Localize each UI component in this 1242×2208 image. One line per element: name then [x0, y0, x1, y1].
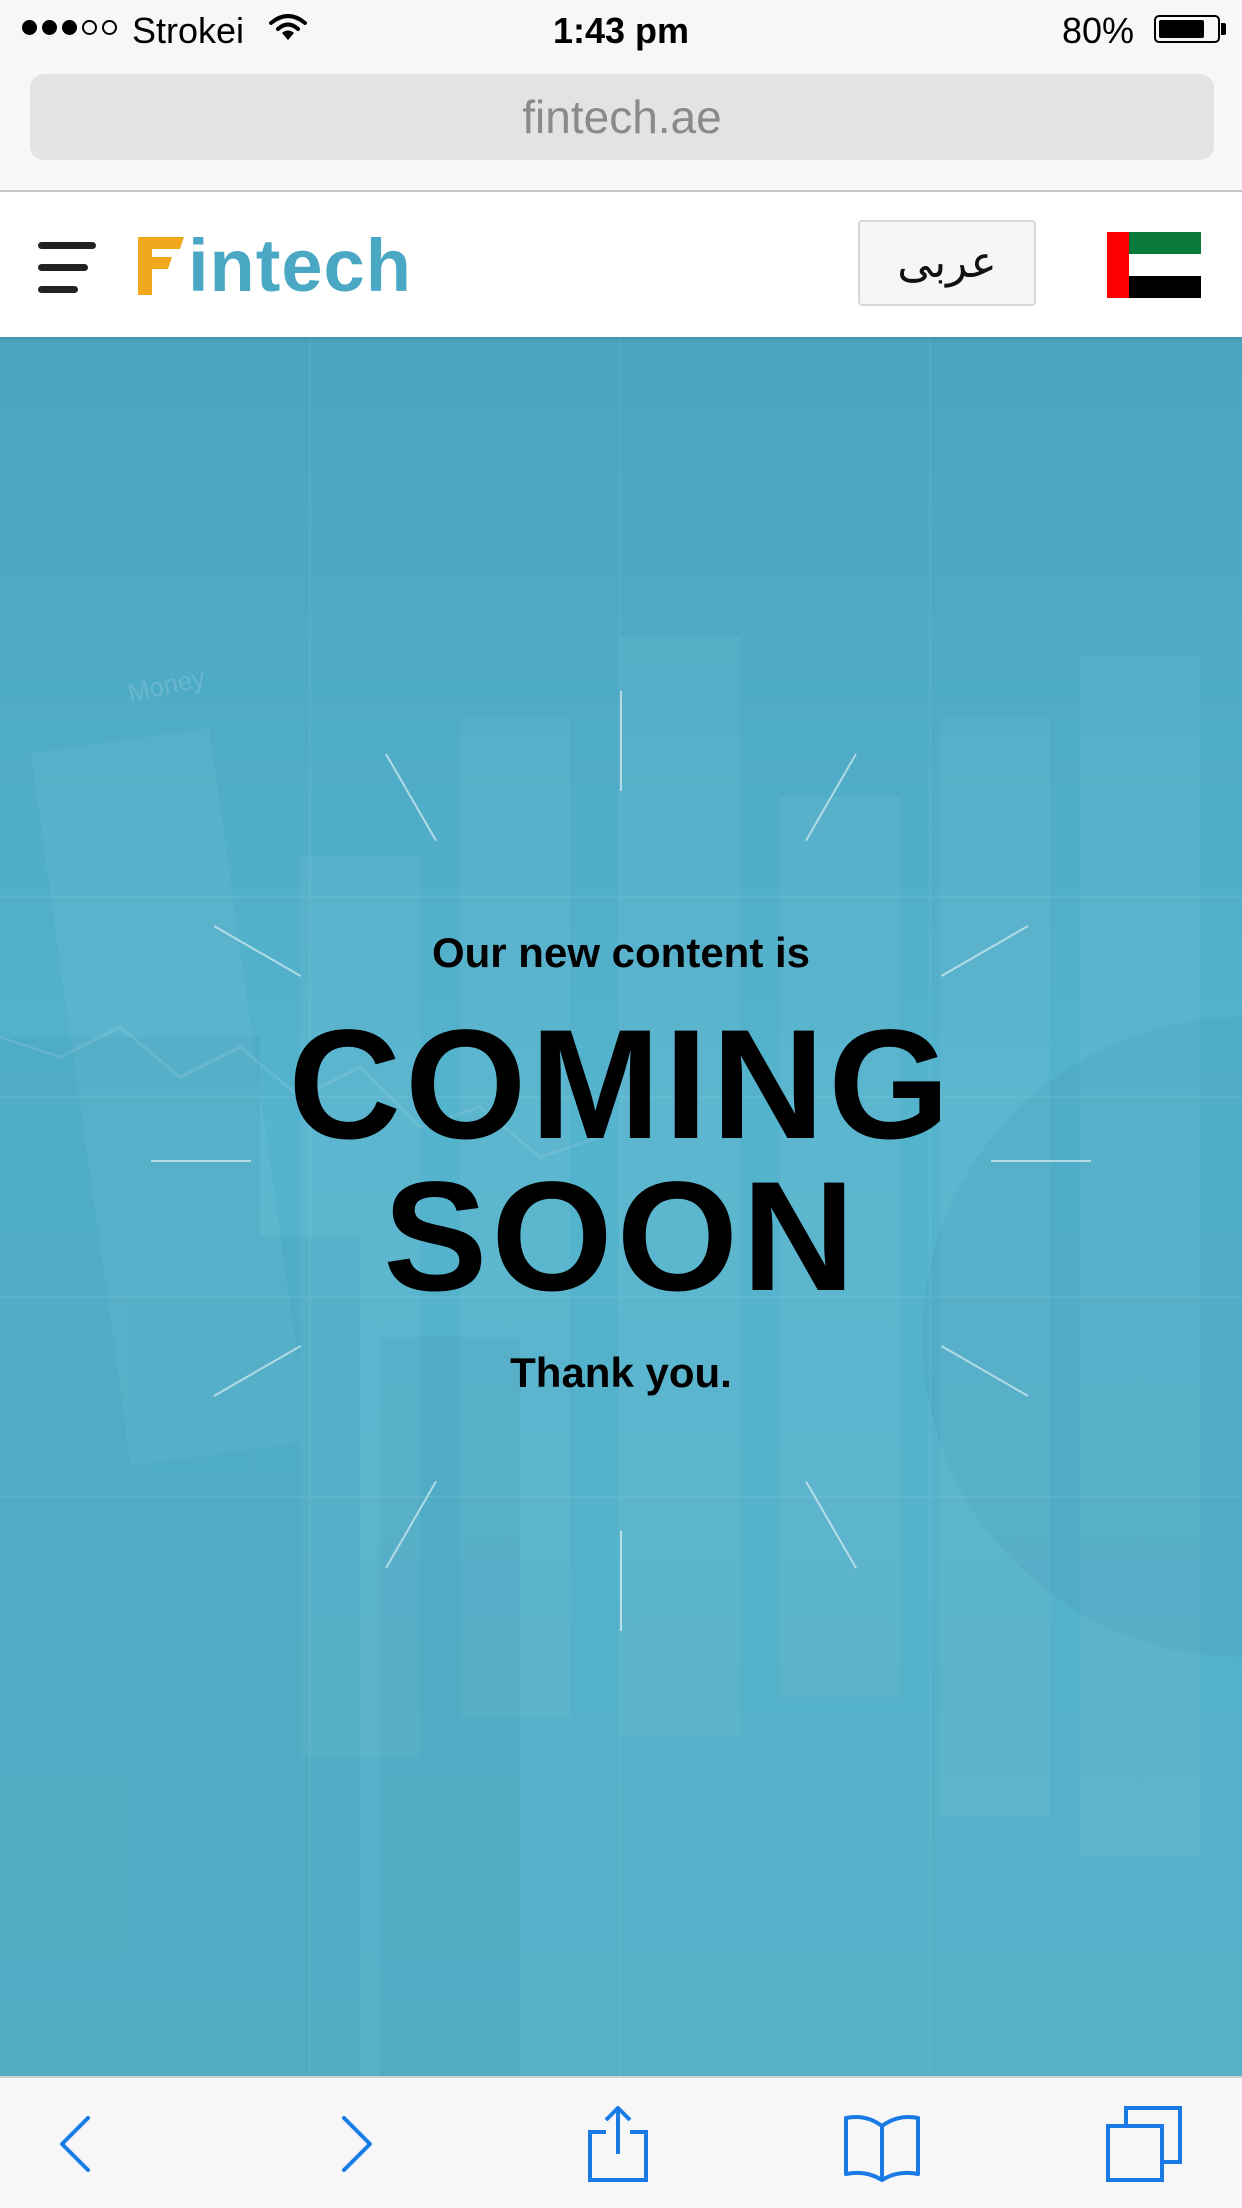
tabs-icon[interactable]	[1104, 2104, 1184, 2184]
browser-address-area: fintech.ae	[0, 62, 1242, 192]
hero-headline: COMING SOON	[0, 998, 1242, 1324]
battery-icon	[1154, 15, 1220, 43]
url-bar[interactable]: fintech.ae	[30, 74, 1214, 160]
status-bar: Strokei 1:43 pm 80%	[0, 0, 1242, 62]
share-icon[interactable]	[578, 2104, 658, 2184]
fintech-logo[interactable]: intech	[138, 226, 412, 306]
coming-soon-hero: Money Our new content is COMING SOON Tha…	[0, 337, 1242, 2076]
headline-line-2: SOON	[383, 1150, 859, 1324]
logo-f-mark-icon	[138, 237, 184, 295]
burst-ray	[385, 753, 437, 842]
uae-flag-icon[interactable]	[1107, 232, 1201, 298]
background-watermark: Money	[125, 662, 208, 708]
back-icon[interactable]	[38, 2104, 118, 2184]
hamburger-menu-icon[interactable]	[38, 242, 98, 298]
browser-toolbar	[0, 2076, 1242, 2208]
battery-nub	[1221, 23, 1226, 35]
hero-subtitle: Our new content is	[431, 929, 811, 976]
battery-percent: 80%	[1061, 10, 1134, 51]
hero-thanks: Thank you.	[510, 1349, 732, 1396]
logo-text: intech	[188, 224, 412, 307]
forward-icon[interactable]	[314, 2104, 394, 2184]
headline-line-1: COMING	[288, 998, 954, 1172]
bookmarks-icon[interactable]	[842, 2104, 922, 2184]
arabic-language-button[interactable]: عربى	[858, 220, 1036, 306]
site-header: intech عربى	[0, 192, 1242, 337]
clock: 1:43 pm	[552, 10, 690, 51]
